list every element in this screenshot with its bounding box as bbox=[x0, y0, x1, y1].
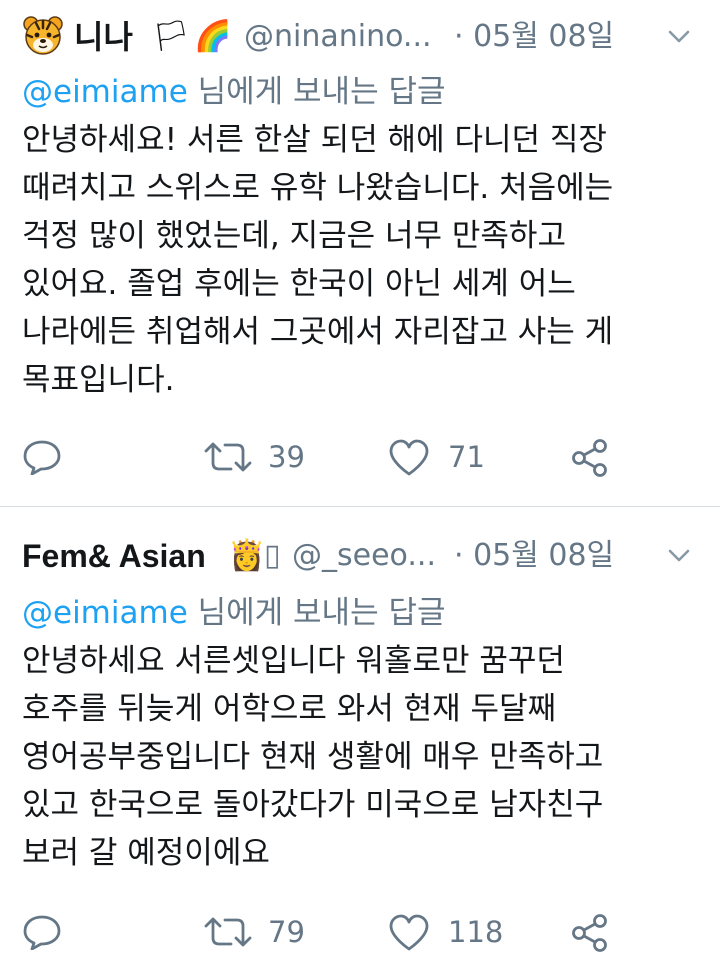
display-name[interactable]: Fem& Asian bbox=[22, 531, 206, 581]
tweet-text-line: 있고 한국으로 돌아갔다가 미국으로 남자친구 bbox=[22, 787, 604, 823]
white-flag-emoji: 🏳 bbox=[152, 19, 191, 54]
tweet-text-line: 목표입니다. bbox=[22, 362, 175, 398]
rainbow-emoji: 🌈 bbox=[194, 19, 232, 54]
tweet-text-line: 영어공부중입니다 현재 생활에 매우 만족하고 bbox=[22, 739, 604, 775]
retweet-count: 79 bbox=[268, 915, 305, 949]
tweet-actions: 39 71 bbox=[22, 432, 622, 482]
tweet-text-line: 나라에든 취업해서 그곳에서 자리잡고 사는 게 bbox=[22, 314, 614, 350]
user-handle[interactable]: @_seeo... bbox=[292, 531, 436, 581]
tweet-date[interactable]: · 05월 08일 bbox=[454, 531, 614, 581]
reply-icon bbox=[23, 915, 61, 950]
chevron-down-icon[interactable] bbox=[666, 24, 692, 50]
heart-icon bbox=[389, 914, 429, 951]
tweet-text-line: 안녕하세요! 서른 한살 되던 해에 다니던 직장 bbox=[22, 122, 607, 158]
heart-icon bbox=[389, 439, 429, 476]
reply-mention-link[interactable]: @eimiame bbox=[22, 74, 188, 110]
reply-context: @eimiame 님에게 보내는 답글 bbox=[22, 591, 446, 635]
tweet-header: 니나 🏳 🌈 @ninanino... · 05월 08일 bbox=[22, 12, 712, 62]
user-handle[interactable]: @ninanino... bbox=[244, 12, 432, 62]
retweet-count: 39 bbox=[268, 440, 305, 474]
reply-mention-link[interactable]: @eimiame bbox=[22, 595, 188, 631]
tweet-text-line: 때려치고 스위스로 유학 나왔습니다. 처음에는 bbox=[22, 170, 614, 206]
like-count: 118 bbox=[448, 915, 504, 949]
reply-context: @eimiame 님에게 보내는 답글 bbox=[22, 70, 446, 114]
tweet-header: Fem& Asian 👸 ▯ @_seeo... · 05월 08일 bbox=[22, 531, 712, 581]
princess-emoji: 👸 bbox=[228, 538, 266, 573]
tweet-card[interactable]: Fem& Asian 👸 ▯ @_seeo... · 05월 08일 @eimi… bbox=[0, 507, 720, 960]
missing-glyph-emoji: ▯ bbox=[264, 538, 281, 573]
reply-icon bbox=[23, 440, 61, 475]
tweet-text-line: 안녕하세요 서른셋입니다 워홀로만 꿈꾸던 bbox=[22, 643, 565, 679]
like-count: 71 bbox=[448, 440, 485, 474]
tweet-actions: 79 118 bbox=[22, 907, 622, 957]
tweet-text-line: 걱정 많이 했었는데, 지금은 너무 만족하고 bbox=[22, 218, 566, 254]
reply-context-text: 님에게 보내는 답글 bbox=[187, 74, 446, 110]
tweet-text-line: 있어요. 졸업 후에는 한국이 아닌 세계 어느 bbox=[22, 266, 576, 302]
tweet-text-line: 호주를 뒤늦게 어학으로 와서 현재 두달째 bbox=[22, 691, 557, 727]
tweet-text: 안녕하세요 서른셋입니다 워홀로만 꿈꾸던 호주를 뒤늦게 어학으로 와서 현재… bbox=[22, 637, 702, 877]
share-icon bbox=[572, 439, 607, 477]
display-name[interactable]: 니나 bbox=[74, 12, 133, 62]
tweet-card[interactable]: 니나 🏳 🌈 @ninanino... · 05월 08일 @eimiame 님… bbox=[0, 0, 720, 506]
tweet-text-line: 보러 갈 예정이에요 bbox=[22, 835, 270, 871]
retweet-icon bbox=[204, 917, 252, 947]
chevron-down-icon[interactable] bbox=[666, 543, 692, 569]
share-icon bbox=[572, 914, 607, 952]
tiger-face-icon bbox=[23, 16, 63, 55]
tweet-date[interactable]: · 05월 08일 bbox=[454, 12, 614, 62]
retweet-icon bbox=[204, 442, 252, 472]
reply-context-text: 님에게 보내는 답글 bbox=[187, 595, 446, 631]
tweet-text: 안녕하세요! 서른 한살 되던 해에 다니던 직장 때려치고 스위스로 유학 나… bbox=[22, 116, 702, 404]
